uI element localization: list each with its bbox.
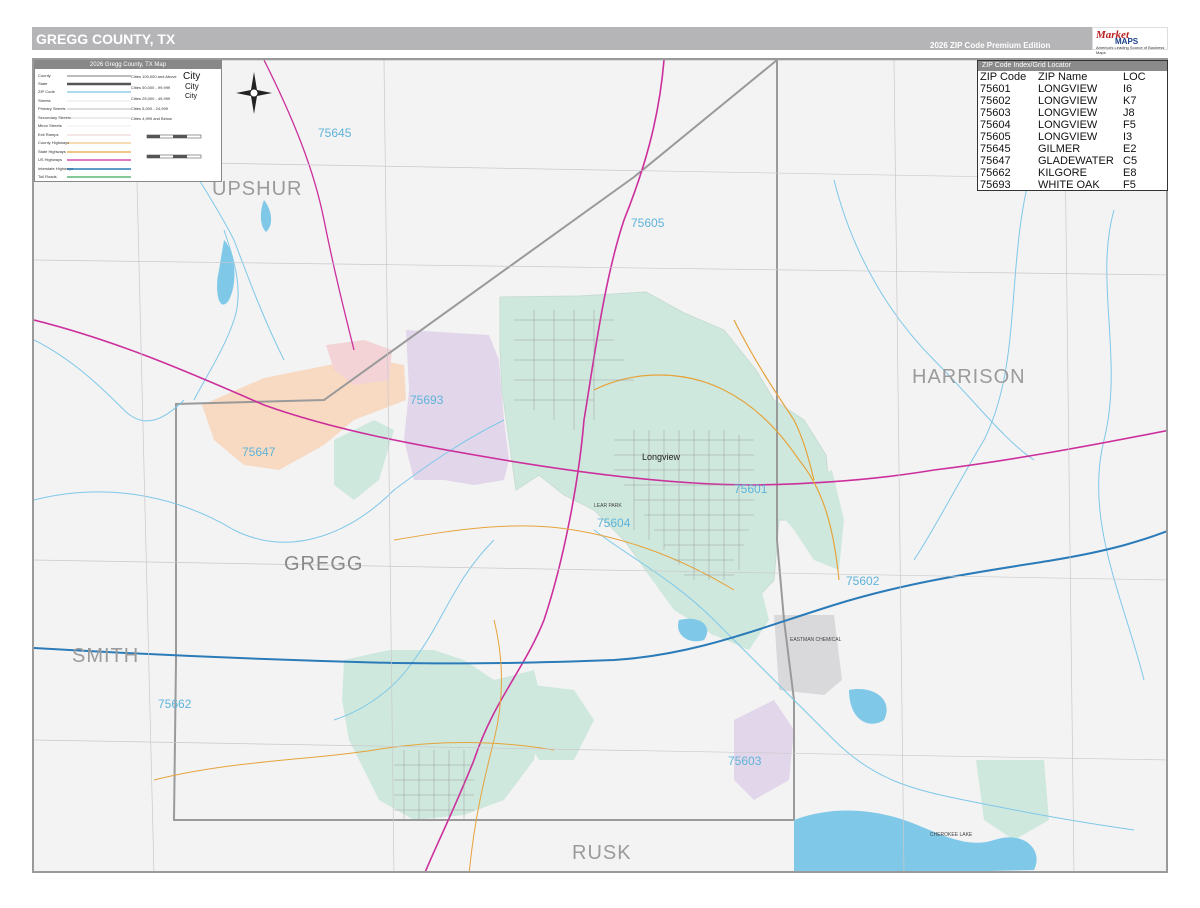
zip-cell-loc: F5	[1123, 119, 1136, 131]
legend-item-state-hwy: State Highways	[38, 149, 66, 154]
legend-item-toll: Toll Roads	[38, 174, 57, 179]
zip-label-75605: 75605	[631, 216, 665, 230]
zip-cell-loc: J8	[1123, 107, 1135, 119]
zip-col-header-loc: LOC	[1123, 71, 1146, 83]
zip-cell-loc: E8	[1123, 167, 1137, 179]
county-label-harrison: HARRISON	[912, 366, 1026, 388]
legend-item-zip: ZIP Code	[38, 89, 55, 94]
zip-row: 75605 LONGVIEW I3	[980, 131, 1146, 143]
county-label-gregg: GREGG	[284, 553, 364, 575]
zip-cell-loc: C5	[1123, 155, 1138, 167]
county-label-upshur: UPSHUR	[212, 178, 303, 200]
city-label-longview: Longview	[642, 452, 681, 462]
zip-cell-code: 75603	[980, 107, 1011, 119]
zip-locator-title: ZIP Code Index/Grid Locator	[978, 61, 1167, 71]
legend-item-streets: Streets	[38, 98, 51, 103]
brand-logo: Market MAPS America's Leading Source of …	[1092, 27, 1168, 55]
zip-label-75647: 75647	[242, 445, 276, 459]
legend-city-size-2: Cities 50,000 - 99,999	[131, 85, 171, 90]
zip-area-75603	[734, 700, 794, 800]
zip-cell-name: KILGORE	[1038, 167, 1087, 179]
brand-tagline: America's Leading Source of Business Map…	[1096, 45, 1165, 55]
zip-row: 75645 GILMER E2	[980, 143, 1146, 155]
legend-city-sample-small: City	[185, 93, 198, 100]
us-271	[263, 60, 355, 351]
zip-label-75662: 75662	[158, 697, 192, 711]
zip-cell-code: 75645	[980, 143, 1011, 155]
zip-cell-code: 75602	[980, 95, 1011, 107]
legend-item-exit: Exit Ramps	[38, 132, 59, 137]
legend-item-minor: Minor Streets	[38, 123, 62, 128]
legend-item-primary: Primary Streets	[38, 106, 66, 111]
zip-label-75645: 75645	[318, 126, 352, 140]
zip-row: 75647 GLADEWATER C5	[980, 155, 1146, 167]
zip-cell-code: 75601	[980, 83, 1011, 95]
place-label-cherokee-lake: CHEROKEE LAKE	[930, 832, 973, 838]
zip-label-75601: 75601	[734, 482, 768, 496]
zip-cell-name: LONGVIEW	[1038, 107, 1098, 119]
zip-label-75602: 75602	[846, 574, 880, 588]
zip-label-75603: 75603	[728, 754, 762, 768]
map-title: GREGG COUNTY, TX	[36, 31, 176, 47]
zip-cell-code: 75693	[980, 179, 1011, 191]
legend-city-sample-medium: City	[185, 82, 199, 91]
zip-cell-loc: K7	[1123, 95, 1137, 107]
zip-row: 75693 WHITE OAK F5	[980, 179, 1146, 191]
legend-title: 2026 Gregg County, TX Map	[35, 61, 221, 69]
zip-row: 75604 LONGVIEW F5	[980, 119, 1146, 131]
zip-cell-name: GLADEWATER	[1038, 155, 1114, 167]
zip-cell-loc: E2	[1123, 143, 1137, 155]
zip-cell-name: LONGVIEW	[1038, 83, 1098, 95]
zip-area-75693	[404, 330, 509, 485]
map-legend: 2026 Gregg County, TX Map County State Z…	[34, 60, 222, 182]
zip-area-southeast-green	[976, 760, 1049, 840]
legend-city-size-5: Cities 4,999 and Below	[131, 116, 172, 121]
zip-locator-rows: 75601 LONGVIEW I6 75602 LONGVIEW K7 75603 LONGV…	[980, 83, 1146, 191]
zip-locator-grid: ZIP Code ZIP Name LOC 75601 LONGVIEW I6 756…	[980, 71, 1146, 191]
zip-locator-table: ZIP Code Index/Grid Locator ZIP Code ZIP…	[977, 60, 1168, 191]
legend-city-size-3: Cities 25,000 - 49,999	[131, 96, 171, 101]
legend-city-size-1: Cities 100,000 and Above	[131, 74, 177, 79]
zip-cell-loc: I3	[1123, 131, 1133, 143]
zip-label-75693: 75693	[410, 393, 444, 407]
zip-cell-name: LONGVIEW	[1038, 131, 1098, 143]
zip-cell-loc: F5	[1123, 179, 1136, 191]
zip-area-west-green	[334, 420, 394, 500]
legend-item-county: County	[38, 73, 51, 78]
zip-cell-name: LONGVIEW	[1038, 119, 1098, 131]
zip-cell-code: 75604	[980, 119, 1011, 131]
zip-row: 75662 KILGORE E8	[980, 167, 1146, 179]
zip-cell-loc: I6	[1123, 83, 1133, 95]
zip-row: 75602 LONGVIEW K7	[980, 95, 1146, 107]
place-label-eastman: EASTMAN CHEMICAL	[790, 637, 842, 643]
edition-label: 2026 ZIP Code Premium Edition	[930, 41, 1051, 50]
zip-cell-code: 75647	[980, 155, 1011, 167]
zip-cell-name: GILMER	[1038, 143, 1081, 155]
legend-line-samples	[67, 75, 131, 178]
zip-cell-name: WHITE OAK	[1038, 179, 1100, 191]
zip-col-header-name: ZIP Name	[1038, 71, 1088, 83]
zip-area-75662	[342, 650, 544, 820]
county-label-rusk: RUSK	[572, 842, 632, 864]
zip-cell-code: 75605	[980, 131, 1011, 143]
county-label-smith: SMITH	[72, 645, 140, 667]
interstate-20	[34, 530, 1166, 665]
legend-scale-bars	[146, 134, 202, 159]
legend-city-sample-large: City	[183, 71, 201, 82]
legend-city-size-4: Cities 5,000 - 24,999	[131, 106, 168, 111]
zip-row: 75601 LONGVIEW I6	[980, 83, 1146, 95]
zip-cell-name: LONGVIEW	[1038, 95, 1098, 107]
legend-item-state: State	[38, 81, 48, 86]
place-label-lear-park: LEAR PARK	[594, 503, 622, 509]
zip-label-75604: 75604	[597, 516, 631, 530]
zip-col-header-code: ZIP Code	[980, 71, 1027, 83]
zip-row: 75603 LONGVIEW J8	[980, 107, 1146, 119]
legend-item-us-hwy: US Highways	[38, 157, 63, 162]
zip-cell-code: 75662	[980, 167, 1011, 179]
compass-rose-icon	[236, 72, 272, 114]
